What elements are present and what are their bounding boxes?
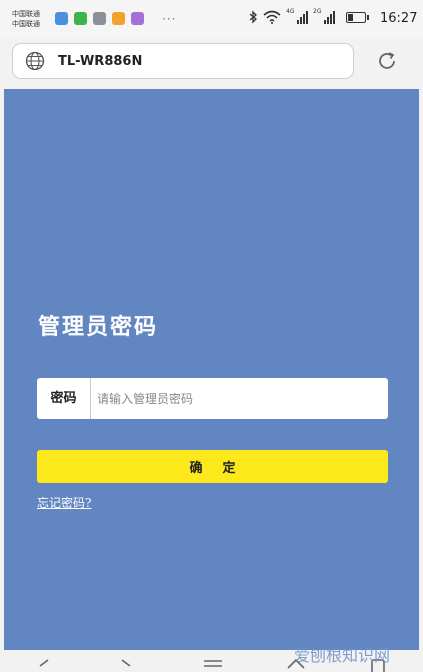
- gallery-icon: [93, 12, 106, 25]
- password-label: 密码: [37, 378, 91, 419]
- battery-icon: [346, 11, 369, 23]
- password-field-group: 密码: [37, 378, 388, 419]
- clock: 16:27: [380, 11, 418, 26]
- url-text: TL-WR886N: [58, 54, 143, 69]
- forward-icon[interactable]: [118, 658, 134, 672]
- network-4g-label: 4G: [286, 8, 295, 15]
- network-2g-label: 2G: [313, 8, 322, 15]
- signal-4g-icon: 4G: [286, 8, 308, 24]
- confirm-button[interactable]: 确定: [37, 450, 388, 483]
- status-bar: 中国联通 中国联通 ··· 4G 2G 16:27: [0, 0, 423, 38]
- forgot-password-link[interactable]: 忘记密码?: [37, 494, 91, 511]
- watermark: 爱刨根知识网: [294, 646, 391, 665]
- carrier-label-1: 中国联通: [12, 10, 40, 18]
- globe-icon: [25, 51, 45, 71]
- password-input[interactable]: [97, 378, 379, 419]
- router-login-page: 管理员密码 密码 确定 忘记密码?: [4, 89, 419, 650]
- carrier-labels: 中国联通 中国联通: [12, 9, 40, 29]
- notification-icons: [55, 12, 144, 25]
- app-notification-icon: [112, 12, 125, 25]
- signal-2g-icon: 2G: [313, 8, 335, 24]
- bluetooth-icon: [249, 10, 257, 24]
- chat-app-icon: [131, 12, 144, 25]
- back-icon[interactable]: [36, 658, 52, 672]
- page-title: 管理员密码: [38, 314, 159, 340]
- wechat-icon: [74, 12, 87, 25]
- message-app-icon: [55, 12, 68, 25]
- carrier-label-2: 中国联通: [12, 20, 40, 28]
- reload-icon[interactable]: [375, 49, 399, 73]
- more-notifications-icon: ···: [162, 12, 177, 26]
- wifi-icon: [263, 10, 281, 24]
- system-icons: 4G 2G: [248, 8, 369, 24]
- address-bar[interactable]: TL-WR886N: [12, 43, 354, 79]
- menu-icon[interactable]: [203, 658, 223, 672]
